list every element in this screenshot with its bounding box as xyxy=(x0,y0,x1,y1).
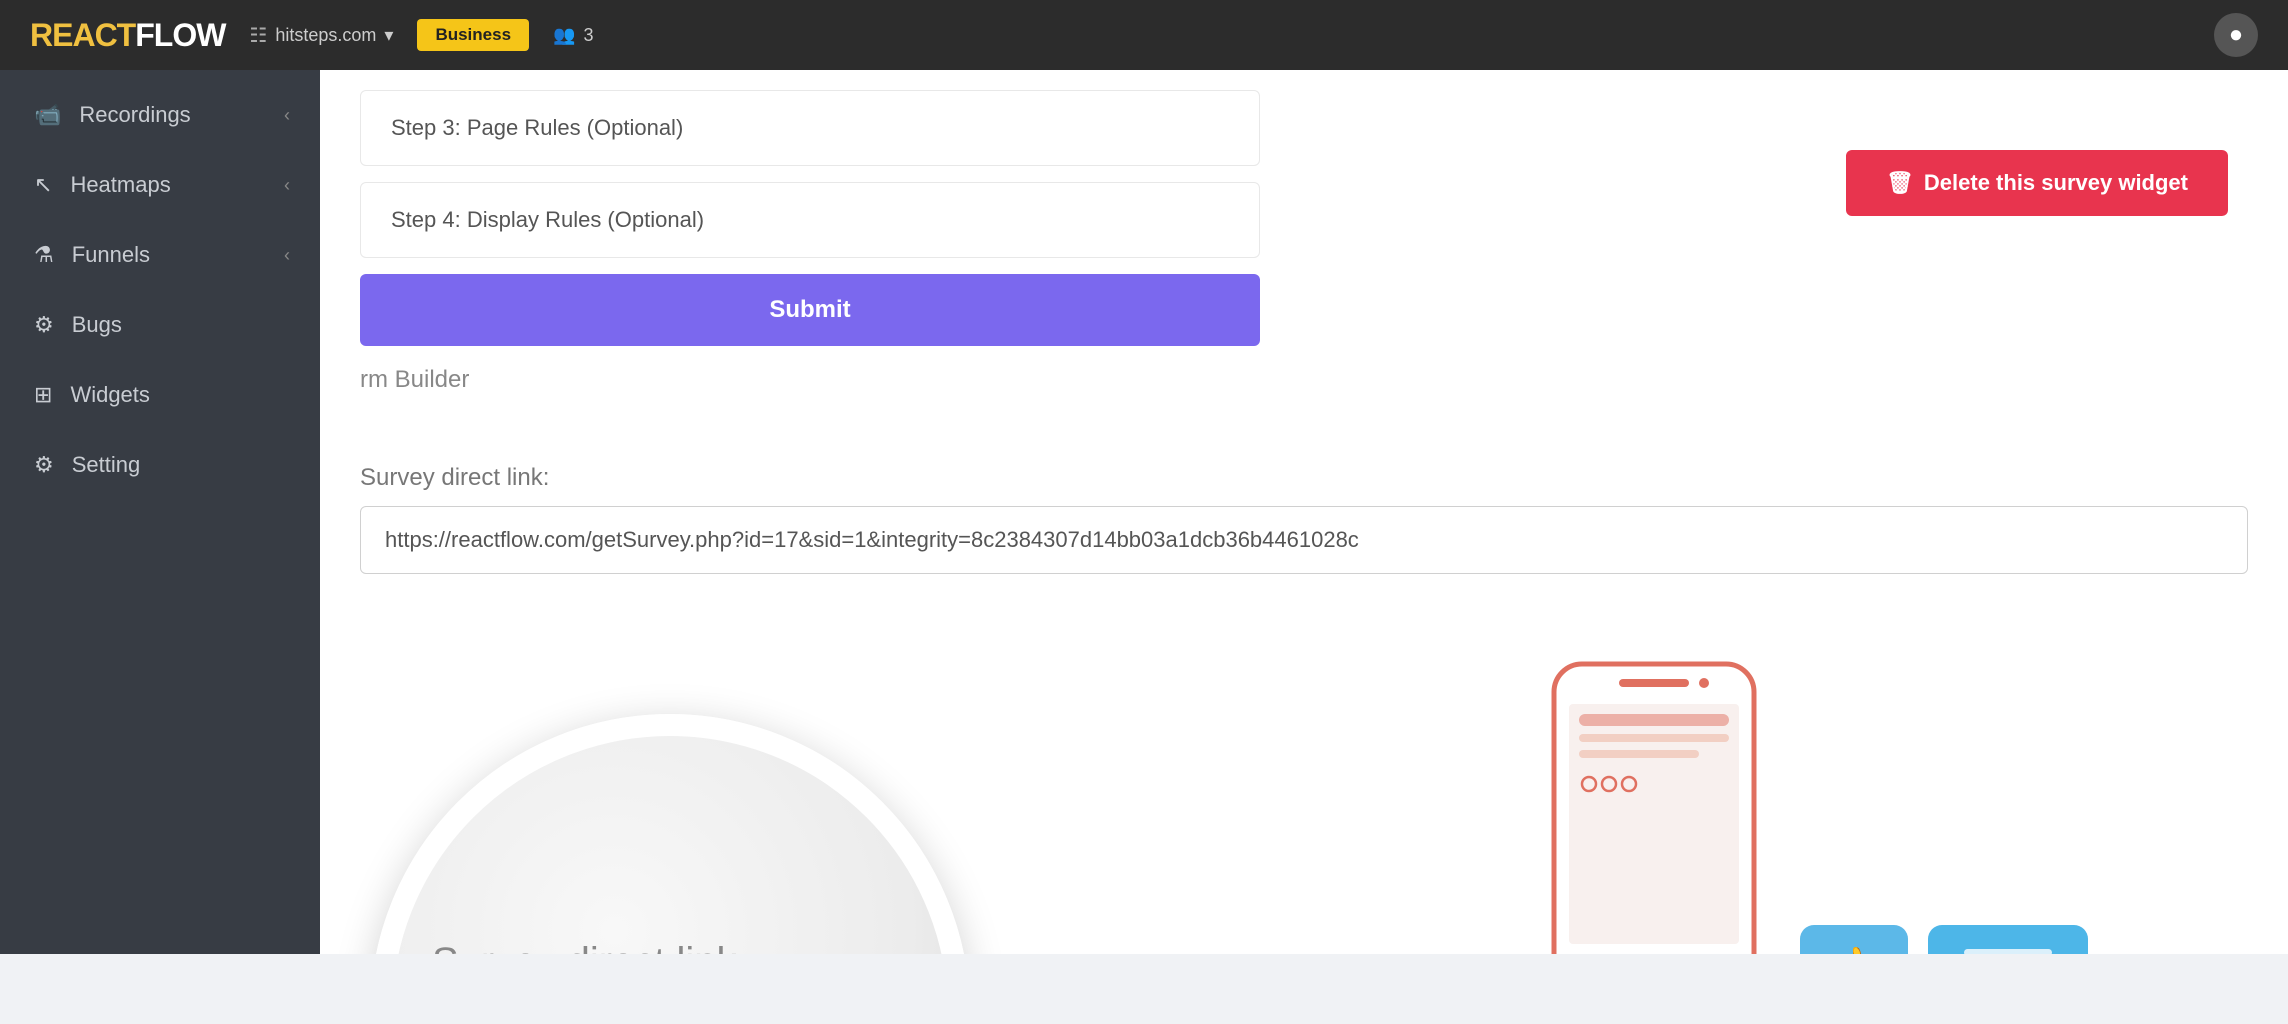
site-icon: ☷ xyxy=(249,23,267,48)
sidebar-item-label: Funnels xyxy=(72,242,150,268)
sidebar-item-setting[interactable]: ⚙ Setting xyxy=(0,430,320,500)
survey-link-input[interactable] xyxy=(360,506,2248,574)
sidebar-item-label: Heatmaps xyxy=(70,172,170,198)
app-logo[interactable]: REACTFLOW xyxy=(30,17,225,54)
chevron-icon: ‹ xyxy=(284,175,290,196)
site-name: hitsteps.com xyxy=(275,25,376,46)
main-layout: 📹 Recordings ‹ ↖ Heatmaps ‹ ⚗ Funnels ‹ … xyxy=(0,70,2288,954)
thumbs-up-bubble: 👍 xyxy=(1800,925,1908,954)
sidebar-item-heatmaps[interactable]: ↖ Heatmaps ‹ xyxy=(0,150,320,220)
bugs-icon: ⚙ xyxy=(34,312,54,338)
sidebar-item-funnels[interactable]: ⚗ Funnels ‹ xyxy=(0,220,320,290)
sidebar-item-bugs[interactable]: ⚙ Bugs xyxy=(0,290,320,360)
form-builder-label: rm Builder xyxy=(360,356,2248,414)
sidebar-item-label: Recordings xyxy=(79,102,190,128)
trash-icon: 🗑 xyxy=(1886,170,1914,196)
widgets-icon: ⊞ xyxy=(34,382,52,408)
sidebar: 📹 Recordings ‹ ↖ Heatmaps ‹ ⚗ Funnels ‹ … xyxy=(0,70,320,954)
sidebar-item-label: Widgets xyxy=(70,382,149,408)
plan-badge[interactable]: Business xyxy=(417,19,529,51)
sidebar-item-recordings[interactable]: 📹 Recordings ‹ xyxy=(0,80,320,150)
mobile-preview: Survey direct link: https://reactflow.co… xyxy=(320,594,2288,954)
recordings-icon: 📹 xyxy=(34,102,61,128)
delete-survey-button[interactable]: 🗑 Delete this survey widget xyxy=(1846,150,2228,216)
chevron-icon: ‹ xyxy=(284,105,290,126)
logo-react: REACT xyxy=(30,17,135,53)
content-area: 🗑 Delete this survey widget Step 3: Page… xyxy=(320,70,2288,954)
main-content: 🗑 Delete this survey widget Step 3: Page… xyxy=(320,70,2288,954)
sidebar-item-label: Bugs xyxy=(72,312,122,338)
phone-illustration xyxy=(1464,654,1844,954)
text-lines-bubble xyxy=(1928,925,2088,954)
magnifier-circle: Survey direct link: https://reactflow.co… xyxy=(370,714,970,954)
sidebar-item-widgets[interactable]: ⊞ Widgets xyxy=(0,360,320,430)
magnified-link-label: Survey direct link: xyxy=(432,940,748,955)
survey-link-section: Survey direct link: xyxy=(320,444,2288,594)
users-count: 3 xyxy=(583,25,593,46)
account-person-icon: ● xyxy=(2229,21,2244,49)
account-button[interactable]: ● xyxy=(2214,13,2258,57)
site-dropdown-arrow: ▾ xyxy=(384,25,393,46)
setting-icon: ⚙ xyxy=(34,452,54,478)
sidebar-item-label: Setting xyxy=(72,452,141,478)
survey-link-label: Survey direct link: xyxy=(360,464,2248,492)
heatmaps-icon: ↖ xyxy=(34,172,52,198)
chat-bubbles: 👍 xyxy=(1800,925,2088,954)
funnels-icon: ⚗ xyxy=(34,242,54,268)
site-selector[interactable]: ☷ hitsteps.com ▾ xyxy=(249,23,393,48)
steps-container: Step 3: Page Rules (Optional) Step 4: Di… xyxy=(320,70,2288,444)
chevron-icon: ‹ xyxy=(284,245,290,266)
logo-flow: FLOW xyxy=(135,17,225,53)
users-badge: 👥 3 xyxy=(553,25,593,46)
top-navigation: REACTFLOW ☷ hitsteps.com ▾ Business 👥 3 … xyxy=(0,0,2288,70)
step-3-label: Step 3: Page Rules (Optional) xyxy=(391,115,683,140)
delete-button-label: Delete this survey widget xyxy=(1924,170,2188,196)
submit-button[interactable]: Submit xyxy=(360,274,1260,346)
step-4-label: Step 4: Display Rules (Optional) xyxy=(391,207,704,232)
users-icon: 👥 xyxy=(553,25,575,46)
step-3-row[interactable]: Step 3: Page Rules (Optional) xyxy=(360,90,1260,166)
step-4-row[interactable]: Step 4: Display Rules (Optional) xyxy=(360,182,1260,258)
